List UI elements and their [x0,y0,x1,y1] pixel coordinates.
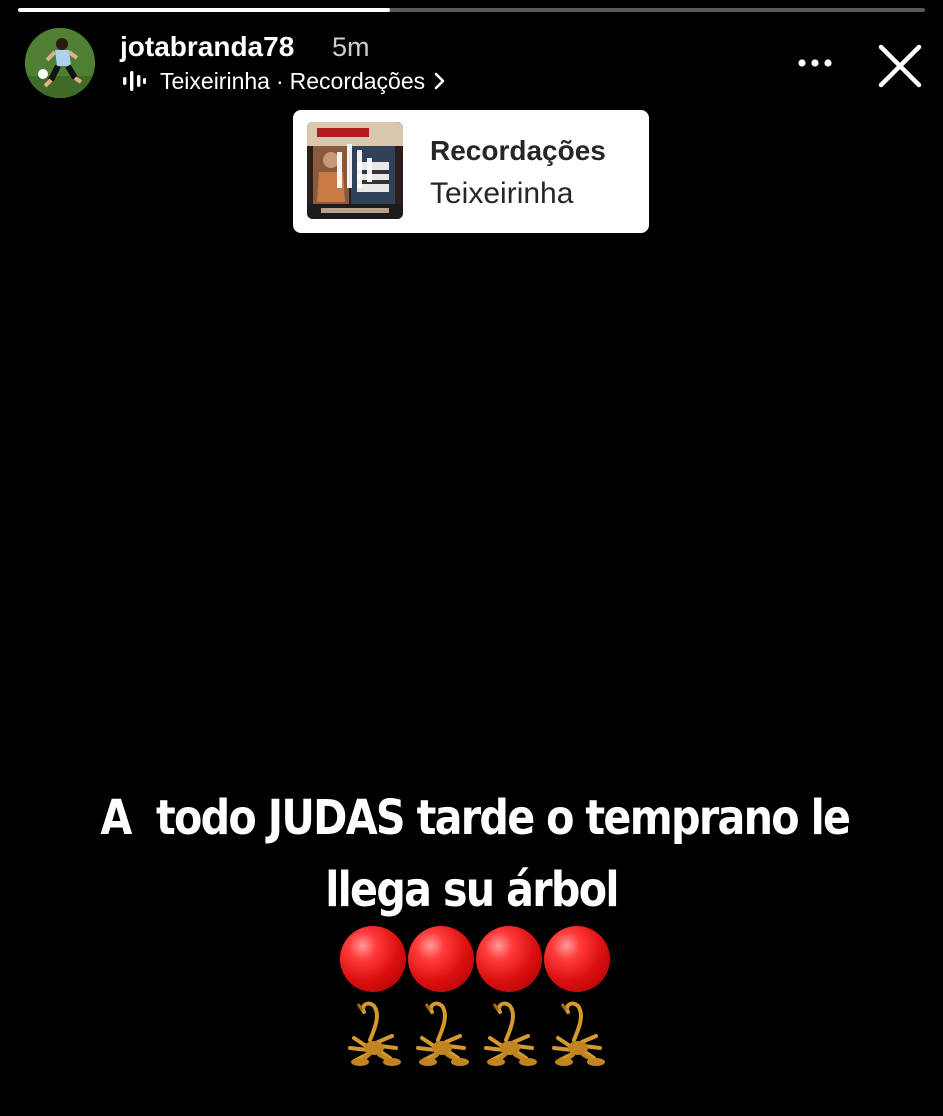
music-attribution[interactable]: Teixeirinha · Recordações [122,66,445,96]
scorpion-icon [484,1001,537,1066]
music-separator: · [275,67,284,94]
red-circle-icon [340,926,406,992]
music-song: Recordações [289,67,426,94]
red-circle-icon [476,926,542,992]
scorpions-row [340,996,610,1068]
audio-wave-icon [122,70,146,92]
sticker-artist: Teixeirinha [430,177,574,210]
album-cover [307,122,403,219]
more-options-button[interactable] [793,48,837,78]
caption-line-2: llega su árbol [325,862,619,918]
more-dots-icon [798,59,832,67]
chevron-right-icon [433,72,445,90]
story-caption: A todo JUDAS tarde o temprano le llega s… [100,782,851,926]
avatar-image [25,28,95,98]
story-progress-fill [18,8,390,12]
username[interactable]: jotabranda78 [120,30,294,64]
sticker-song-title: Recordações [430,135,606,166]
avatar[interactable] [25,28,95,98]
red-circles-row [340,926,610,994]
caption-line-1: A todo JUDAS tarde o temprano le [100,790,851,846]
scorpion-icon [348,1001,401,1066]
music-artist: Teixeirinha [160,67,270,94]
scorpion-icon [416,1001,469,1066]
red-circle-icon [544,926,610,992]
music-sticker[interactable]: Recordações Teixeirinha [293,110,649,233]
story-progress-bar [18,8,925,12]
close-button[interactable] [872,38,928,94]
close-icon [878,44,922,88]
scorpion-icon [552,1001,605,1066]
red-circle-icon [408,926,474,992]
post-time: 5m [332,32,370,62]
